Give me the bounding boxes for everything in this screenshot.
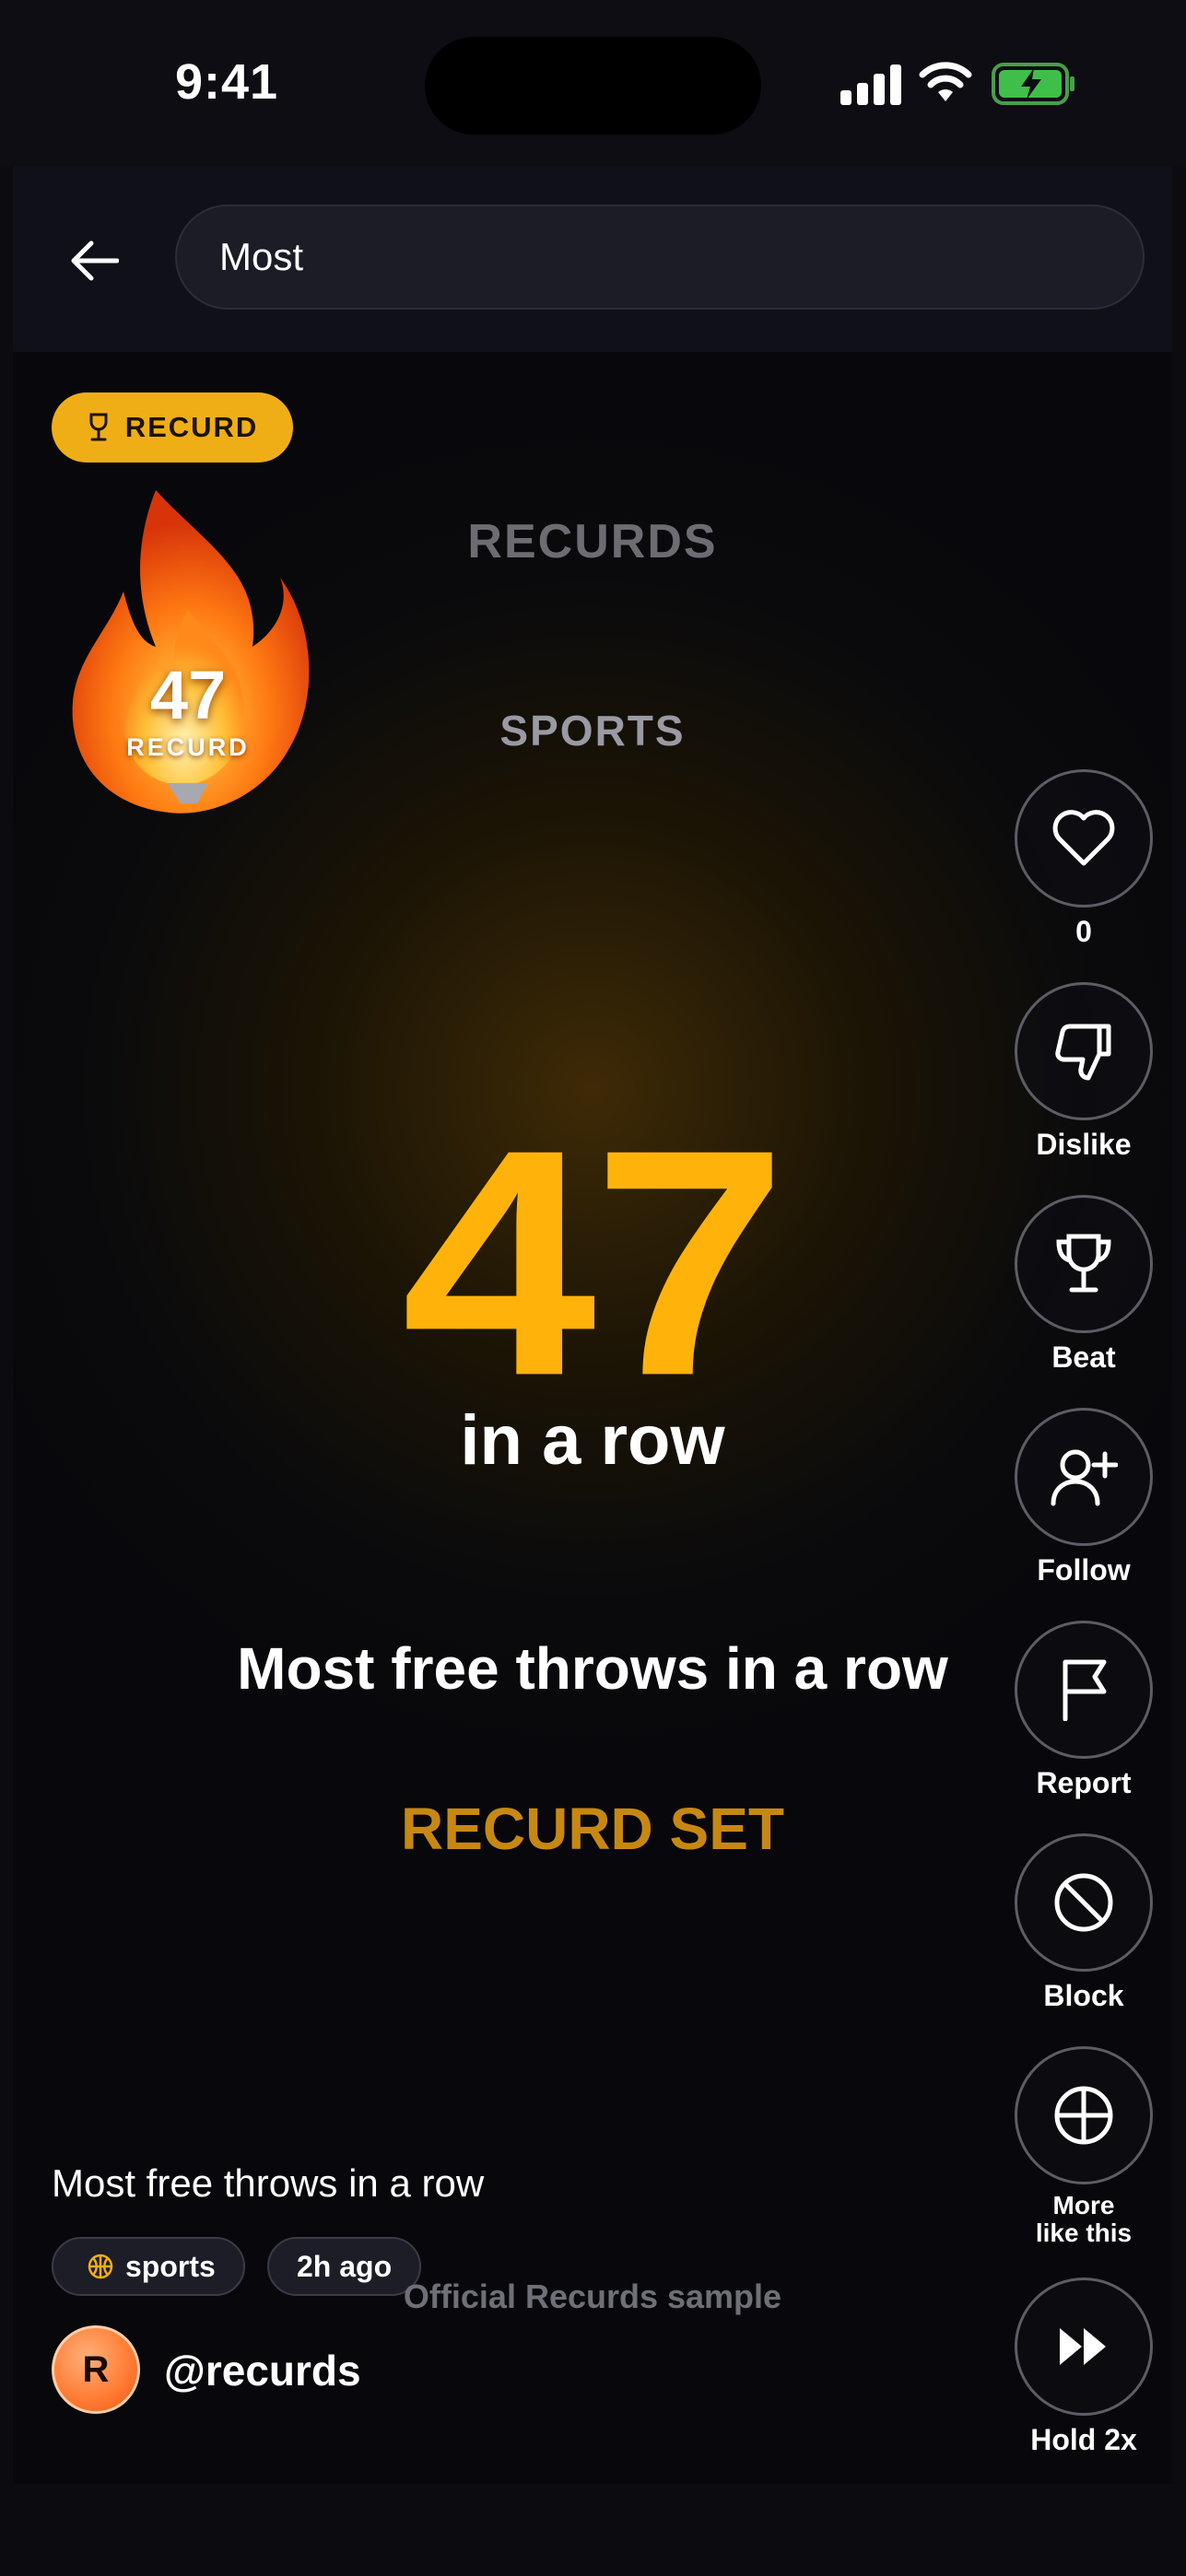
fast-forward-icon	[1060, 2328, 1106, 2365]
user-plus-icon	[1051, 1449, 1118, 1506]
cellular-signal-icon	[840, 64, 901, 105]
trophy-icon	[1056, 1234, 1111, 1293]
report-circle	[1015, 1621, 1153, 1759]
report-button[interactable]: Report	[1005, 1621, 1162, 1797]
dislike-label: Dislike	[1036, 1128, 1132, 1161]
block-label: Block	[1043, 1979, 1124, 2012]
beat-label: Beat	[1051, 1341, 1116, 1374]
record-unit: in a row	[460, 1401, 725, 1480]
report-label: Report	[1036, 1766, 1132, 1799]
brand-title: RECURDS	[467, 515, 718, 568]
status-time: 9:41	[175, 54, 279, 110]
search-field[interactable]	[175, 205, 1145, 310]
search-header	[13, 166, 1172, 354]
sample-watermark: Official Recurds sample	[403, 2277, 782, 2315]
beat-button[interactable]: Beat	[1005, 1195, 1162, 1372]
back-button[interactable]	[66, 232, 123, 289]
status-bar: 9:41	[0, 0, 1186, 166]
block-icon	[1054, 1873, 1113, 1932]
more-like-this-label: More like this	[1035, 2191, 1133, 2247]
user-handle[interactable]: @recurds	[164, 2346, 361, 2395]
avatar[interactable]: R	[52, 2325, 140, 2414]
hold-2x-label: Hold 2x	[1030, 2423, 1137, 2456]
dislike-button[interactable]: Dislike	[1005, 982, 1162, 1159]
trophy-icon	[89, 413, 108, 441]
thumbs-down-icon	[1055, 1024, 1111, 1081]
recurd-badge: RECURD	[52, 392, 293, 463]
block-circle	[1015, 1833, 1153, 1972]
more-like-this-button[interactable]: More like this	[1005, 2046, 1162, 2246]
category-label: SPORTS	[499, 707, 686, 755]
search-input[interactable]	[219, 206, 1104, 308]
follow-button[interactable]: Follow	[1005, 1408, 1162, 1585]
record-card: RECURD 47 RECURD RECURDS SPORTS 47 in a …	[13, 352, 1172, 2484]
dislike-circle	[1015, 982, 1153, 1120]
arrow-left-icon	[71, 240, 119, 281]
record-title: Most free throws in a row	[237, 1635, 948, 1702]
like-button[interactable]: 0	[1005, 769, 1162, 946]
like-circle	[1015, 769, 1153, 907]
beat-circle	[1015, 1195, 1153, 1333]
wifi-icon	[919, 62, 972, 101]
avatar-initial: R	[82, 2348, 110, 2390]
app-frame: RECURD 47 RECURD RECURDS SPORT	[13, 166, 1172, 2484]
more-like-this-circle	[1015, 2046, 1153, 2184]
record-value: 47	[401, 1082, 788, 1443]
follow-label: Follow	[1037, 1553, 1131, 1587]
dynamic-island	[425, 37, 761, 135]
battery-charging-icon	[992, 63, 1074, 105]
basketball-icon	[88, 2254, 113, 2279]
like-count: 0	[1075, 915, 1092, 948]
post-caption: Most free throws in a row	[52, 2161, 485, 2205]
record-status: RECURD SET	[400, 1796, 785, 1862]
block-button[interactable]: Block	[1005, 1833, 1162, 2010]
flag-icon	[1063, 1659, 1107, 1721]
heart-icon	[1052, 810, 1115, 866]
crosshair-icon	[1054, 2086, 1113, 2145]
follow-circle	[1015, 1408, 1153, 1546]
badge-label: RECURD	[124, 411, 259, 443]
